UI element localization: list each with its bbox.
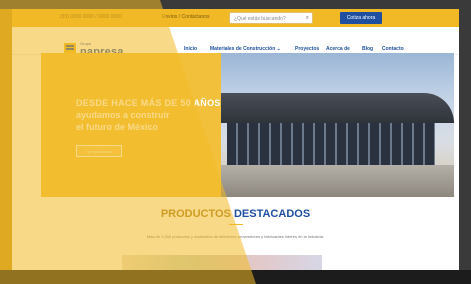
section-underline [229, 224, 243, 225]
featured-products-subtitle: Más de 1,000 productos y materiales de d… [146, 234, 325, 239]
nav-item-blog[interactable]: Blog [362, 46, 373, 52]
featured-products-title: PRODUCTOS DESTACADOS [12, 208, 459, 220]
nav-item-acerca[interactable]: Acerca de [326, 46, 350, 52]
search-box[interactable]: ¿Qué estás buscando? ⌕ [229, 12, 313, 24]
nav-item-materiales[interactable]: Materiales de Construcción ⌄ [210, 46, 281, 52]
quote-button[interactable]: Cotiza ahora [340, 12, 382, 24]
hero-subheading-line2: el futuro de México [76, 122, 159, 132]
search-icon[interactable]: ⌕ [306, 15, 309, 22]
nav-item-contacto[interactable]: Contacto [382, 46, 404, 52]
main-navbar: Grupo napresa. Inicio Materiales de Cons… [12, 27, 459, 58]
view-products-button[interactable]: Ver productos [76, 145, 122, 157]
hero-building-image [221, 53, 454, 197]
title-word-featured: DESTACADOS [233, 208, 311, 220]
title-word-products: PRODUCTOS [160, 208, 231, 220]
device-bezel-left [0, 9, 12, 271]
device-bezel-bottom [0, 270, 471, 284]
search-input[interactable]: ¿Qué estás buscando? [234, 16, 286, 22]
nav-item-inicio[interactable]: Inicio [184, 46, 197, 52]
building-roof [221, 93, 454, 123]
hero-subheading-line1: ayudamos a construir [76, 110, 170, 120]
hero-banner: DESDE HACE MÁS DE 50 AÑOS ayudamos a con… [41, 53, 454, 197]
contact-link[interactable]: Envíos / Contáctanos [162, 14, 210, 20]
nav-item-proyectos[interactable]: Proyectos [295, 46, 319, 52]
phone-number: (55) 0000 0000 / 0000 0000 [60, 14, 122, 20]
device-bezel-right [459, 9, 471, 271]
hero-heading: DESDE HACE MÁS DE 50 AÑOS [76, 98, 221, 108]
device-bezel-top [0, 0, 471, 9]
building-base [221, 165, 454, 197]
product-carousel-preview[interactable] [122, 255, 322, 271]
top-utility-bar: (55) 0000 0000 / 0000 0000 Envíos / Cont… [12, 9, 459, 27]
browser-viewport: (55) 0000 0000 / 0000 0000 Envíos / Cont… [12, 9, 459, 271]
building-facade [227, 123, 435, 165]
